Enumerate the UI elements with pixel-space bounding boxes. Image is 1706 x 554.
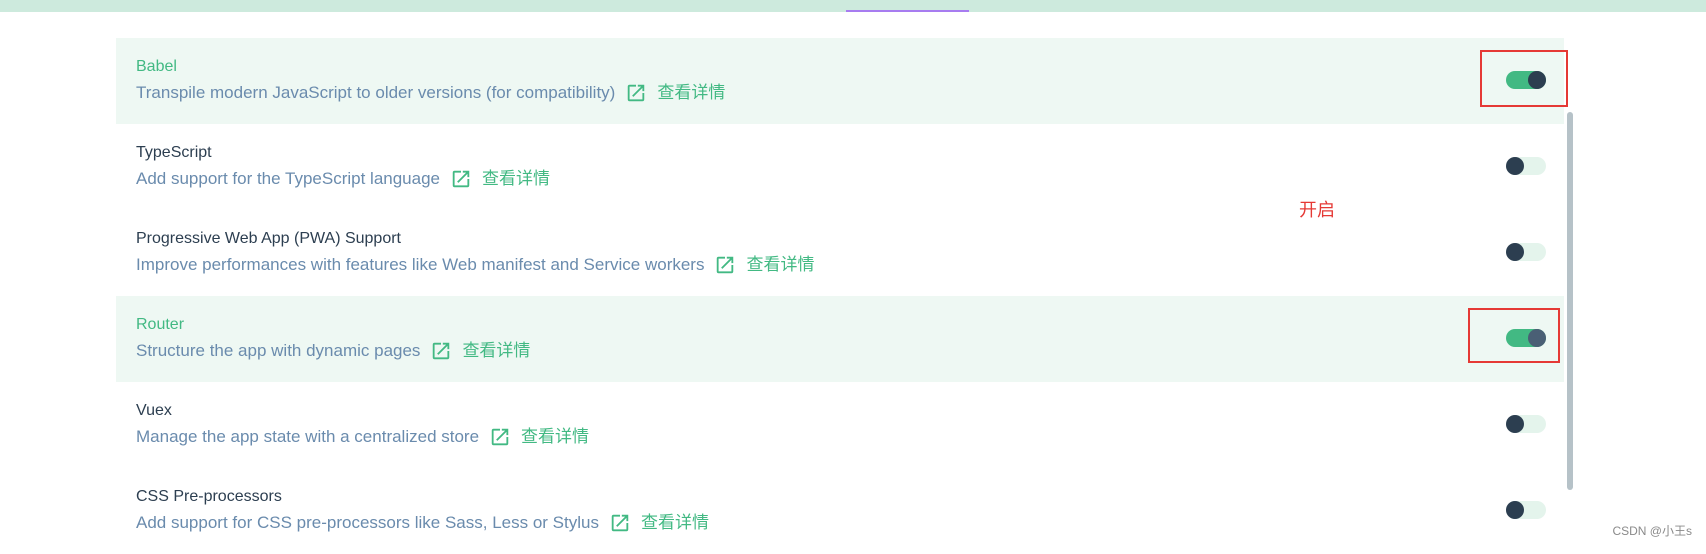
feature-toggle[interactable] [1506, 242, 1546, 262]
external-link-icon [714, 254, 736, 276]
external-link-icon [489, 426, 511, 448]
more-info-label: 查看详情 [657, 82, 725, 104]
feature-description: Manage the app state with a centralized … [136, 426, 479, 448]
more-info-link[interactable]: 查看详情 [430, 340, 530, 362]
feature-row-babel[interactable]: Babel Transpile modern JavaScript to old… [116, 38, 1564, 124]
feature-toggle[interactable] [1506, 500, 1546, 520]
feature-description: Structure the app with dynamic pages [136, 340, 420, 362]
feature-toggle[interactable] [1506, 70, 1546, 90]
more-info-link[interactable]: 查看详情 [450, 168, 550, 190]
more-info-link[interactable]: 查看详情 [714, 254, 814, 276]
feature-row-pwa[interactable]: Progressive Web App (PWA) Support Improv… [116, 210, 1564, 296]
feature-name: Vuex [136, 401, 172, 421]
feature-row-typescript[interactable]: TypeScript Add support for the TypeScrip… [116, 124, 1564, 210]
toggle-knob [1506, 415, 1524, 433]
feature-name: TypeScript [136, 143, 212, 163]
feature-description: Add support for the TypeScript language [136, 168, 440, 190]
feature-row-router[interactable]: Router Structure the app with dynamic pa… [116, 296, 1564, 382]
toggle-knob [1528, 71, 1546, 89]
more-info-link[interactable]: 查看详情 [625, 82, 725, 104]
more-info-label: 查看详情 [482, 168, 550, 190]
feature-toggle[interactable] [1506, 156, 1546, 176]
toggle-knob [1506, 501, 1524, 519]
feature-description-line: Structure the app with dynamic pages 查看详… [136, 339, 530, 363]
more-info-label: 查看详情 [641, 512, 709, 534]
toggle-knob [1506, 157, 1524, 175]
feature-name: Babel [136, 57, 177, 77]
external-link-icon [430, 340, 452, 362]
active-tab-indicator [846, 10, 969, 12]
external-link-icon [450, 168, 472, 190]
toggle-knob [1528, 329, 1546, 347]
toggle-knob [1506, 243, 1524, 261]
feature-name: CSS Pre-processors [136, 487, 282, 507]
more-info-link[interactable]: 查看详情 [489, 426, 589, 448]
external-link-icon [609, 512, 631, 534]
more-info-label: 查看详情 [746, 254, 814, 276]
feature-list: Babel Transpile modern JavaScript to old… [116, 38, 1564, 554]
watermark: CSDN @小王s [1612, 522, 1692, 539]
feature-description: Add support for CSS pre-processors like … [136, 512, 599, 534]
feature-description-line: Manage the app state with a centralized … [136, 425, 589, 449]
feature-name: Router [136, 315, 184, 335]
annotation-label: 开启 [1299, 196, 1335, 222]
feature-toggle[interactable] [1506, 414, 1546, 434]
more-info-label: 查看详情 [462, 340, 530, 362]
feature-description-line: Improve performances with features like … [136, 253, 814, 277]
external-link-icon [625, 82, 647, 104]
feature-description-line: Transpile modern JavaScript to older ver… [136, 81, 725, 105]
feature-name: Progressive Web App (PWA) Support [136, 229, 401, 249]
feature-description-line: Add support for CSS pre-processors like … [136, 511, 709, 535]
more-info-link[interactable]: 查看详情 [609, 512, 709, 534]
feature-row-css-preprocessors[interactable]: CSS Pre-processors Add support for CSS p… [116, 468, 1564, 554]
feature-description: Transpile modern JavaScript to older ver… [136, 82, 615, 104]
feature-toggle[interactable] [1506, 328, 1546, 348]
vertical-scrollbar[interactable] [1567, 112, 1573, 490]
feature-description: Improve performances with features like … [136, 254, 704, 276]
feature-row-vuex[interactable]: Vuex Manage the app state with a central… [116, 382, 1564, 468]
more-info-label: 查看详情 [521, 426, 589, 448]
feature-description-line: Add support for the TypeScript language … [136, 167, 550, 191]
